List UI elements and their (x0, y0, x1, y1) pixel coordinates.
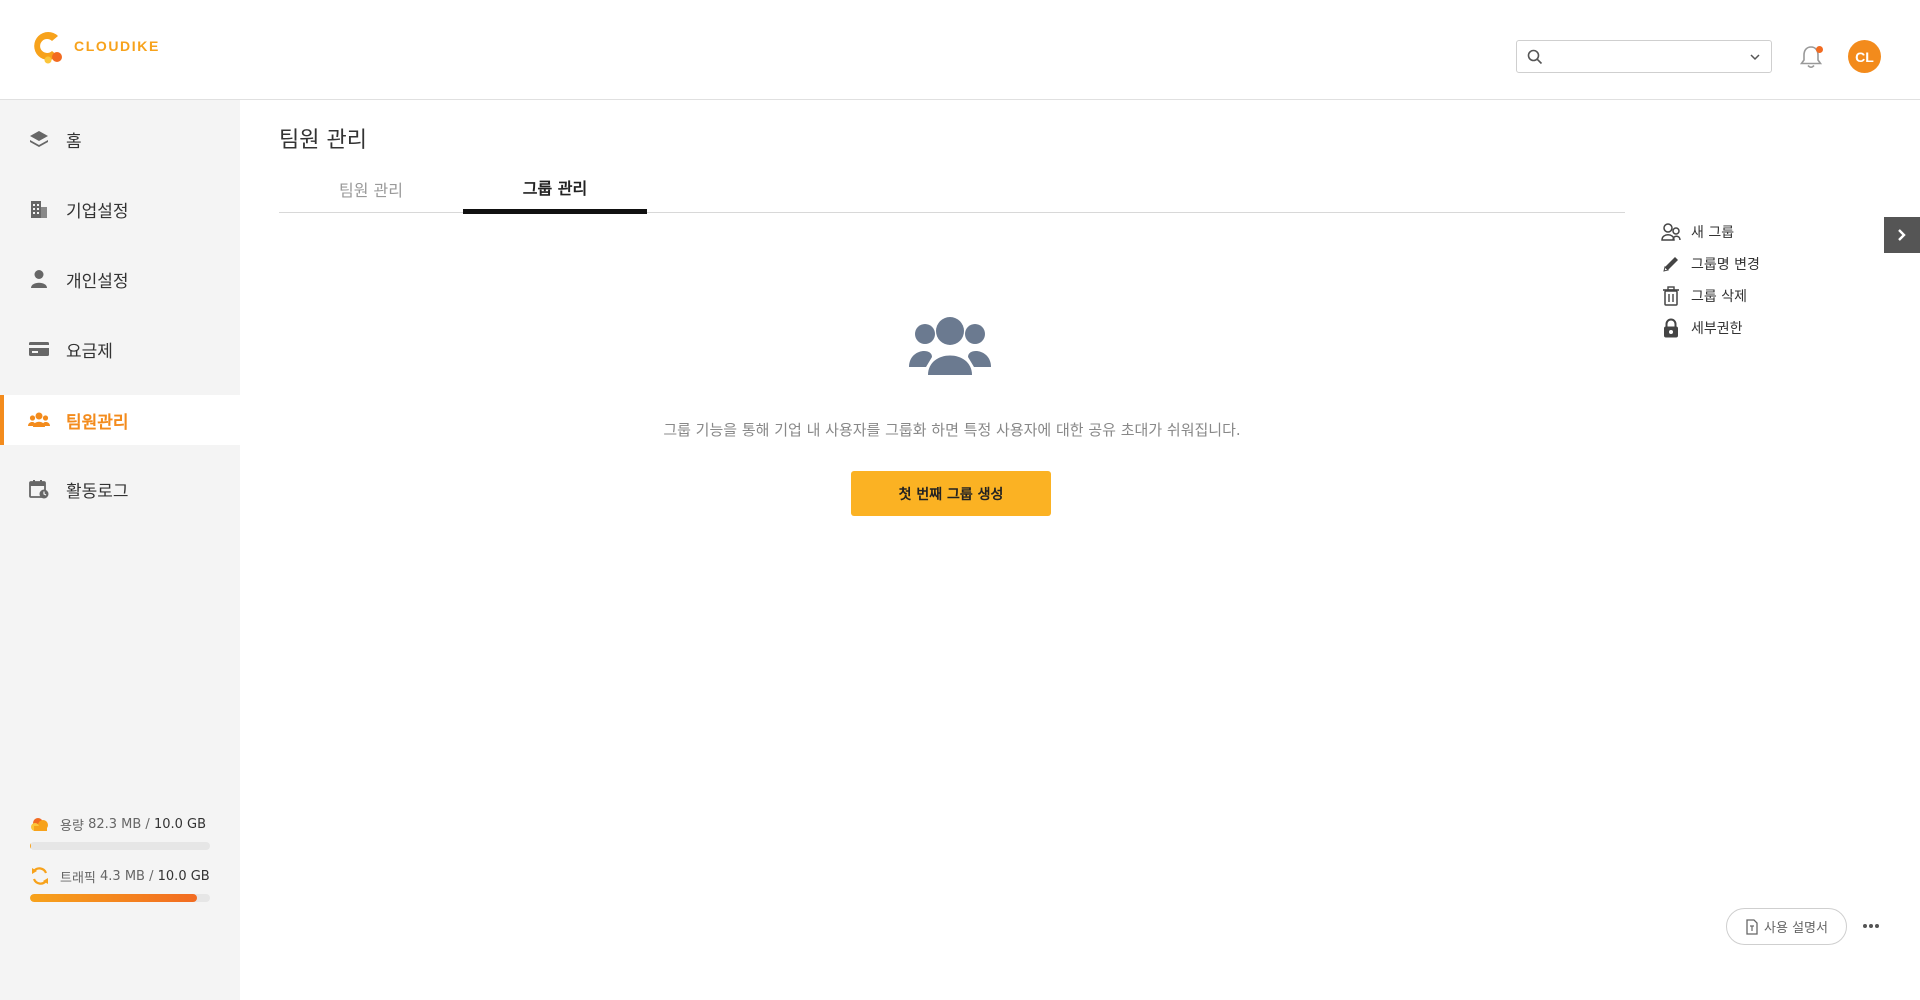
traffic-progress-fill (30, 894, 198, 902)
user-plus-icon (1660, 221, 1682, 243)
search-input[interactable] (1551, 42, 1749, 71)
page-title: 팀원 관리 (279, 128, 367, 153)
action-label: 그룹 삭제 (1691, 289, 1747, 305)
cloudike-logo-icon (34, 32, 62, 64)
pencil-icon (1660, 253, 1682, 275)
users-group-icon (909, 317, 991, 375)
layers-icon (28, 128, 50, 150)
logo[interactable]: CLOUDIKE (28, 26, 160, 66)
users-icon (28, 409, 50, 431)
panel-toggle-button[interactable] (1884, 217, 1920, 253)
sidebar: 홈 기업설정 개인설정 요금제 팀원관리 활동로그 용량 82.3 MB / 1… (0, 100, 240, 1000)
traffic-usage: 트래픽 4.3 MB / 10.0 GB (30, 866, 210, 902)
sidebar-item-activity-log[interactable]: 활동로그 (0, 464, 240, 514)
building-icon (28, 198, 50, 220)
sidebar-item-label: 팀원관리 (66, 412, 129, 433)
tab-team-members[interactable]: 팀원 관리 (279, 164, 463, 213)
sidebar-item-team-management[interactable]: 팀원관리 (0, 395, 240, 445)
more-icon (1863, 924, 1879, 928)
sidebar-item-label: 개인설정 (66, 271, 129, 292)
avatar[interactable]: CL (1848, 40, 1881, 73)
storage-progress-bar (30, 842, 210, 850)
group-actions-panel: 새 그룹 그룹명 변경 그룹 삭제 세부권한 (1660, 216, 1760, 344)
traffic-progress-bar (30, 894, 210, 902)
chevron-down-icon[interactable] (1749, 51, 1761, 63)
calendar-clock-icon (28, 478, 50, 500)
traffic-separator: / (144, 868, 158, 884)
traffic-prefix: 트래픽 (60, 870, 96, 886)
sidebar-item-pricing-plan[interactable]: 요금제 (0, 324, 240, 374)
manual-label: 사용 설명서 (1764, 921, 1828, 936)
traffic-total: 10.0 GB (157, 868, 210, 884)
storage-usage: 용량 82.3 MB / 10.0 GB (30, 814, 210, 850)
notifications-button[interactable] (1797, 43, 1825, 71)
storage-progress-fill (30, 842, 32, 850)
new-group-action[interactable]: 새 그룹 (1660, 216, 1760, 248)
trash-icon (1660, 285, 1682, 307)
tab-bar: 팀원 관리 그룹 관리 (279, 164, 1625, 214)
action-label: 새 그룹 (1691, 225, 1735, 241)
empty-state-message: 그룹 기능을 통해 기업 내 사용자를 그룹화 하면 특정 사용자에 대한 공유… (663, 421, 1241, 439)
unread-dot (1816, 46, 1823, 53)
rename-group-action[interactable]: 그룹명 변경 (1660, 248, 1760, 280)
sidebar-item-label: 요금제 (66, 341, 113, 362)
action-label: 그룹명 변경 (1691, 257, 1760, 273)
document-icon (1746, 918, 1758, 935)
user-icon (28, 268, 50, 290)
cloud-icon (31, 818, 48, 831)
credit-card-icon (28, 338, 50, 360)
create-first-group-button[interactable]: 첫 번째 그룹 생성 (851, 471, 1051, 516)
delete-group-action[interactable]: 그룹 삭제 (1660, 280, 1760, 312)
storage-prefix: 용량 (60, 818, 84, 834)
lock-icon (1660, 317, 1682, 339)
action-label: 세부권한 (1691, 321, 1743, 337)
tab-group-management[interactable]: 그룹 관리 (463, 164, 647, 214)
brand-name: CLOUDIKE (74, 38, 160, 54)
sidebar-item-label: 홈 (66, 131, 82, 152)
top-header: CLOUDIKE CL (0, 0, 1920, 100)
sidebar-item-label: 활동로그 (66, 481, 129, 502)
storage-separator: / (141, 816, 154, 832)
storage-used: 82.3 MB (88, 816, 142, 832)
chevron-right-icon (1898, 229, 1906, 241)
storage-total: 10.0 GB (153, 816, 207, 832)
more-button[interactable] (1859, 914, 1883, 938)
permissions-action[interactable]: 세부권한 (1660, 312, 1760, 344)
sidebar-item-personal-settings[interactable]: 개인설정 (0, 254, 240, 304)
traffic-used: 4.3 MB (100, 868, 145, 884)
search-icon (1527, 49, 1543, 64)
search-box[interactable] (1516, 40, 1772, 73)
sync-icon (32, 867, 48, 885)
sidebar-item-home[interactable]: 홈 (0, 114, 240, 164)
sidebar-item-company-settings[interactable]: 기업설정 (0, 184, 240, 234)
user-manual-button[interactable]: 사용 설명서 (1726, 908, 1847, 945)
sidebar-item-label: 기업설정 (66, 201, 129, 222)
